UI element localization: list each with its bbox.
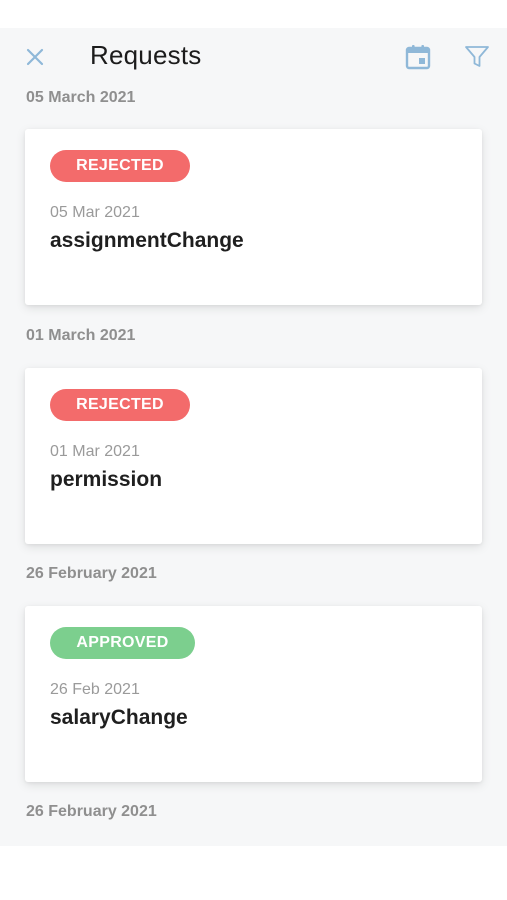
date-group-header: 26 February 2021 — [26, 803, 157, 820]
filter-icon — [465, 46, 489, 67]
request-type: permission — [50, 468, 163, 491]
page-title: Requests — [90, 40, 202, 70]
request-date: 26 Feb 2021 — [50, 681, 140, 698]
app-header: Requests — [0, 28, 507, 88]
calendar-button[interactable] — [404, 43, 432, 71]
close-icon — [26, 48, 44, 66]
calendar-icon — [405, 45, 431, 70]
status-badge: APPROVED — [50, 627, 195, 659]
date-group-header: 26 February 2021 — [26, 565, 157, 582]
filter-button[interactable] — [463, 43, 491, 71]
date-group-header: 05 March 2021 — [26, 89, 136, 106]
request-date: 05 Mar 2021 — [50, 204, 140, 221]
date-group-header: 01 March 2021 — [26, 327, 136, 344]
status-badge: REJECTED — [50, 389, 190, 421]
status-badge: REJECTED — [50, 150, 190, 182]
request-card[interactable]: REJECTED 01 Mar 2021 permission — [25, 368, 482, 544]
request-card[interactable]: REJECTED 05 Mar 2021 assignmentChange — [25, 129, 482, 305]
request-date: 01 Mar 2021 — [50, 443, 140, 460]
request-type: assignmentChange — [50, 229, 244, 252]
screen: Requests 05 March 2021 REJECTED 05 Mar 2… — [0, 0, 507, 900]
request-card[interactable]: APPROVED 26 Feb 2021 salaryChange — [25, 606, 482, 782]
close-button[interactable] — [22, 44, 48, 70]
requests-screen: Requests 05 March 2021 REJECTED 05 Mar 2… — [0, 28, 507, 846]
request-type: salaryChange — [50, 706, 188, 729]
